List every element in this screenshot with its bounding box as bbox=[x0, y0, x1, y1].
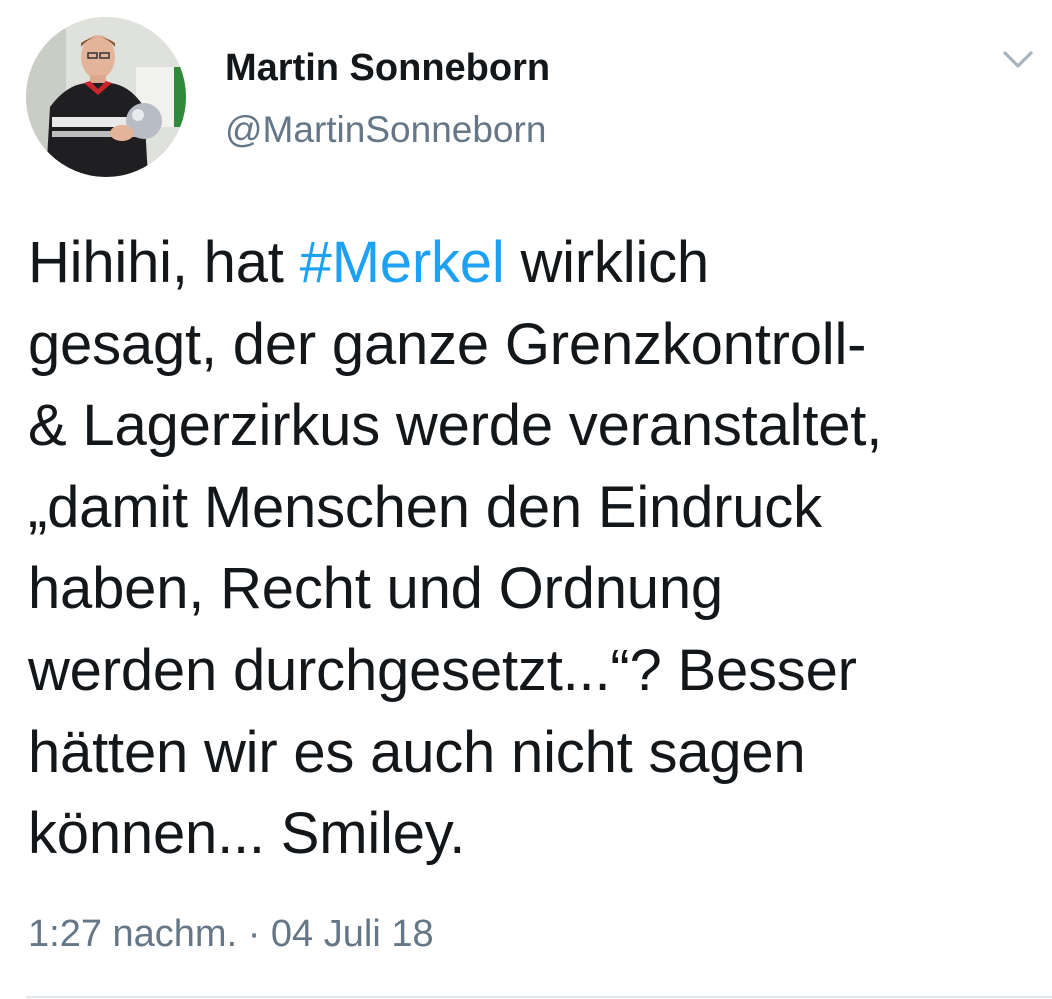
tweet-time: 1:27 nachm. bbox=[28, 913, 238, 955]
avatar-photo bbox=[26, 17, 186, 177]
chevron-down-icon[interactable] bbox=[1000, 44, 1036, 74]
author-name[interactable]: Martin Sonneborn bbox=[225, 44, 550, 92]
tweet-timestamp[interactable]: 1:27 nachm. · 04 Juli 18 bbox=[28, 909, 434, 959]
tweet-text-segment: Hihihi, hat bbox=[28, 230, 300, 295]
tweet-line: & Lagerzirkus werde veranstaltet, bbox=[28, 393, 883, 459]
tweet-line: hätten wir es auch nicht sagen bbox=[28, 719, 806, 785]
author-handle[interactable]: @MartinSonneborn bbox=[225, 106, 546, 154]
meta-separator: · bbox=[237, 913, 271, 955]
tweet-card: Martin Sonneborn @MartinSonneborn Hihihi… bbox=[0, 0, 1052, 999]
tweet-line: gesagt, der ganze Grenzkontroll- bbox=[28, 311, 867, 377]
hashtag-link[interactable]: #Merkel bbox=[300, 230, 505, 295]
tweet-line: haben, Recht und Ordnung bbox=[28, 556, 723, 622]
tweet-line: „damit Menschen den Eindruck bbox=[28, 474, 822, 540]
tweet-text: Hihihi, hat #Merkel wirklich gesagt, der… bbox=[28, 222, 1028, 875]
divider bbox=[26, 996, 1052, 998]
avatar[interactable] bbox=[26, 17, 186, 177]
tweet-line: werden durchgesetzt...“? Besser bbox=[28, 637, 857, 703]
tweet-line: können... Smiley. bbox=[28, 801, 466, 867]
tweet-date: 04 Juli 18 bbox=[270, 913, 434, 955]
tweet-text-segment: wirklich bbox=[504, 230, 709, 295]
tweet-line: Hihihi, hat #Merkel wirklich bbox=[28, 222, 1028, 304]
